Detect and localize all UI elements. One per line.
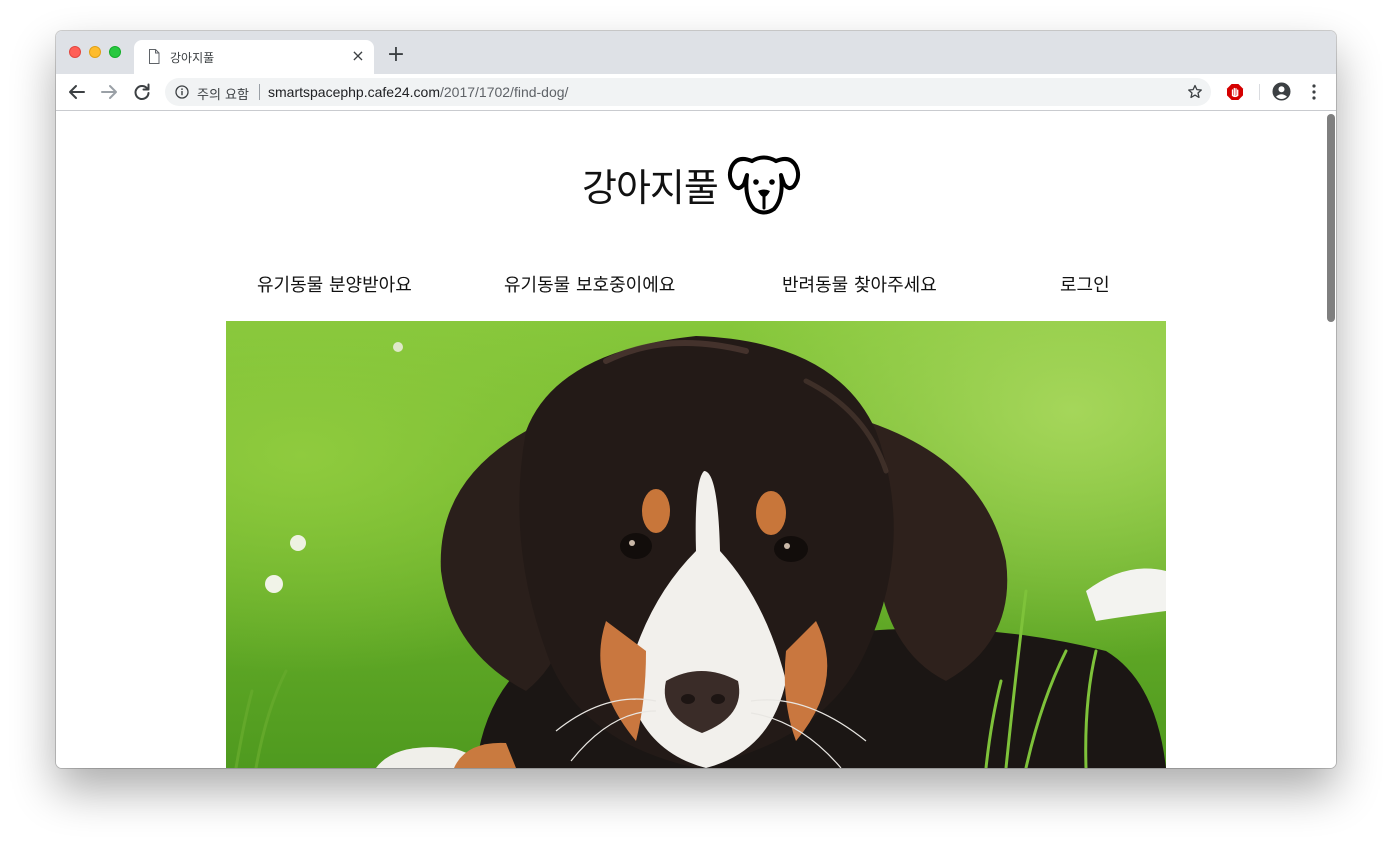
omnibox-divider — [259, 84, 260, 100]
info-icon[interactable] — [175, 85, 189, 99]
nav-login[interactable]: 로그인 — [1060, 271, 1110, 297]
page-icon — [149, 49, 160, 64]
dog-face-icon[interactable] — [727, 153, 801, 217]
new-tab-button[interactable]: + — [386, 44, 406, 66]
tab-close-icon[interactable]: × — [350, 48, 366, 64]
url-host: smartspacephp.cafe24.com — [268, 84, 440, 100]
nav-find-pet[interactable]: 반려동물 찾아주세요 — [782, 271, 937, 297]
profile-icon[interactable] — [1272, 82, 1291, 101]
security-warning-label[interactable]: 주의 요함 — [197, 84, 249, 103]
scrollbar-thumb[interactable] — [1327, 114, 1335, 322]
address-bar[interactable]: 주의 요함 smartspacephp.cafe24.com/2017/1702… — [165, 78, 1211, 106]
nav-sheltering[interactable]: 유기동물 보호중이에요 — [504, 271, 675, 297]
hero-image — [226, 321, 1166, 768]
back-icon[interactable] — [66, 81, 88, 103]
window-close-button[interactable] — [69, 46, 81, 58]
browser-toolbar: 주의 요함 smartspacephp.cafe24.com/2017/1702… — [56, 74, 1336, 111]
star-icon[interactable] — [1187, 84, 1203, 100]
bernese-puppy-on-grass — [234, 336, 1166, 768]
page-viewport: 강아지풀 유기동물 분양받아요 유기동물 보호중이에요 반려동물 찾아주세요 로… — [56, 111, 1336, 768]
adblock-icon[interactable] — [1226, 83, 1244, 101]
url-path: /2017/1702/find-dog/ — [439, 84, 569, 100]
site-title[interactable]: 강아지풀 — [582, 157, 719, 212]
menu-icon[interactable] — [1308, 82, 1320, 102]
forward-icon[interactable] — [98, 81, 120, 103]
browser-window: 강아지풀 × + 주의 요함 smartspacephp.cafe24.com/… — [56, 31, 1336, 768]
url-text[interactable]: smartspacephp.cafe24.com/2017/1702/find-… — [268, 84, 568, 100]
tab-strip: 강아지풀 × + — [56, 31, 1336, 74]
window-minimize-button[interactable] — [89, 46, 101, 58]
browser-tab[interactable]: 강아지풀 × — [134, 40, 374, 74]
window-maximize-button[interactable] — [109, 46, 121, 58]
tab-title: 강아지풀 — [170, 51, 215, 65]
reload-icon[interactable] — [131, 81, 153, 103]
toolbar-divider — [1259, 84, 1260, 100]
nav-adopt[interactable]: 유기동물 분양받아요 — [257, 271, 412, 297]
